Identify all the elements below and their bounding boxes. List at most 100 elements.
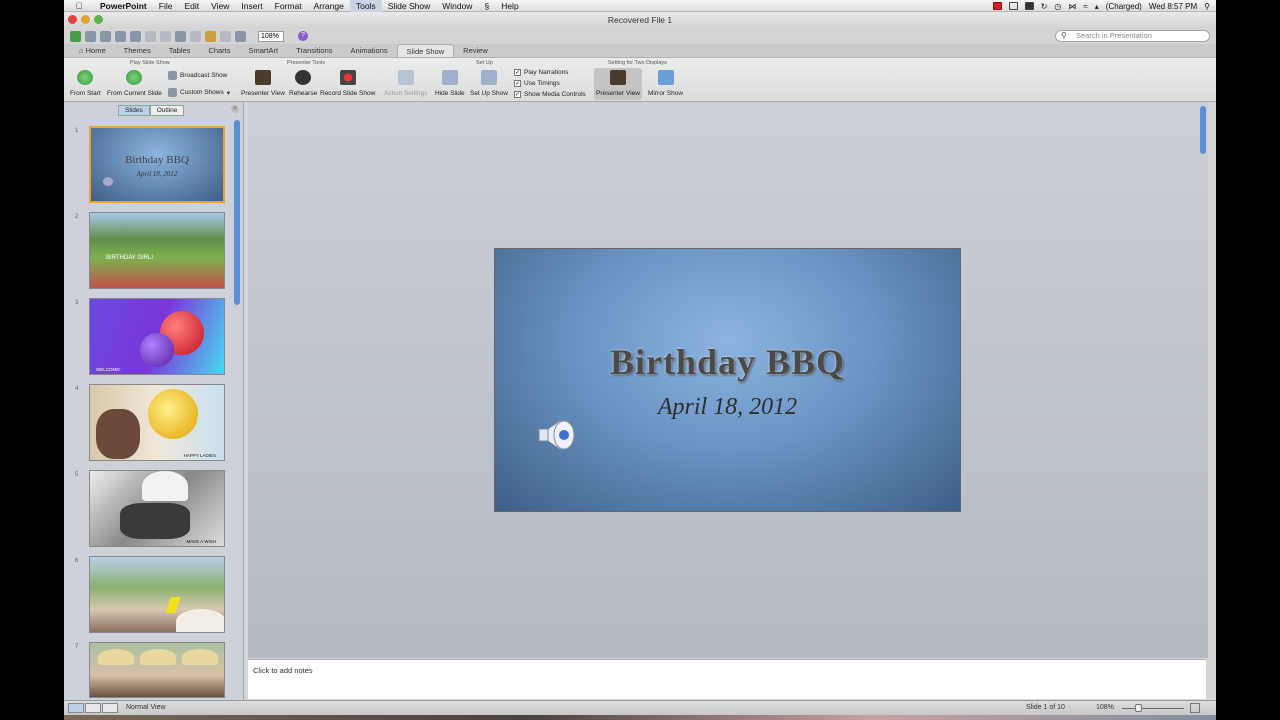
record-slide-show-button[interactable]: Record Slide Show (320, 70, 375, 97)
editor-scrollbar[interactable] (1200, 106, 1206, 154)
zoom-window-button[interactable] (94, 15, 103, 24)
apple-icon[interactable]:  (64, 1, 94, 11)
tab-slide-show[interactable]: Slide Show (396, 44, 455, 57)
spotlight-icon[interactable]: ⚲ (1204, 2, 1210, 11)
slide-show-view-button[interactable] (102, 703, 118, 713)
slide-thumb-5[interactable]: MAKE A WISH (89, 470, 225, 547)
presenter-view-2-label: Presenter View (596, 90, 640, 97)
check-icon: ✓ (514, 69, 521, 76)
search-placeholder: Search in Presentation (1076, 31, 1152, 40)
presenter-view-button[interactable]: Presenter View (241, 70, 285, 97)
slide-thumb-4[interactable]: HAPPY LADIES (89, 384, 225, 461)
templates-icon[interactable] (85, 30, 96, 42)
menu-file[interactable]: File (153, 0, 179, 12)
tab-home[interactable]: ⌂ Home (70, 44, 115, 57)
from-start-button[interactable]: From Start (70, 70, 101, 97)
battery-status[interactable]: (Charged) (1106, 2, 1142, 11)
use-timings-checkbox[interactable]: ✓ Use Timings (514, 80, 560, 87)
play-narrations-checkbox[interactable]: ✓ Play Narrations (514, 69, 568, 76)
zoom-slider-track[interactable] (1122, 708, 1184, 709)
slide-number: 7 (75, 644, 79, 650)
action-settings-icon (397, 70, 414, 85)
slide-thumb-3[interactable]: WELCOME! (89, 298, 225, 375)
record-status-icon[interactable] (992, 2, 1002, 10)
menu-arrange[interactable]: Arrange (308, 0, 350, 12)
menu-format[interactable]: Format (269, 0, 308, 12)
menu-tools[interactable]: Tools (349, 0, 382, 12)
tab-animations[interactable]: Animations (342, 44, 397, 57)
volume-icon[interactable]: ▴ (1095, 2, 1099, 11)
current-slide[interactable]: Birthday BBQ April 18, 2012 (494, 248, 961, 512)
bluetooth-icon[interactable]: ⋈ (1068, 2, 1076, 11)
sync-icon[interactable]: ↻ (1041, 2, 1048, 11)
new-icon[interactable] (70, 30, 81, 42)
slide-sorter-button[interactable] (85, 703, 101, 713)
gear-icon[interactable] (1008, 2, 1018, 10)
menu-edit[interactable]: Edit (178, 0, 205, 12)
from-current-label: From Current Slide (107, 90, 162, 97)
menu-window[interactable]: Window (436, 0, 478, 12)
print-icon[interactable] (130, 30, 141, 42)
tab-transitions[interactable]: Transitions (287, 44, 341, 57)
slides-panel: Slides Outline × 1 Birthday BBQ April 18… (64, 102, 244, 700)
ribbon-tabs: ⌂ Home Themes Tables Charts SmartArt Tra… (64, 44, 1216, 58)
hide-slide-button[interactable]: Hide Slide (435, 70, 465, 97)
tab-review[interactable]: Review (454, 44, 497, 57)
copy-icon[interactable] (160, 30, 171, 42)
custom-shows-button[interactable]: Custom Shows ▾ (168, 88, 230, 97)
slide-thumb-2[interactable]: BIRTHDAY GIRL! (89, 212, 225, 289)
tab-outline[interactable]: Outline (149, 105, 185, 116)
zoom-field[interactable]: 108% (258, 30, 284, 42)
app-status-icon[interactable] (1024, 2, 1034, 10)
tab-charts[interactable]: Charts (199, 44, 239, 57)
fit-to-window-button[interactable] (1190, 703, 1200, 713)
slide-number: 4 (75, 386, 79, 392)
action-settings-button[interactable]: Action Settings (384, 70, 427, 97)
close-icon[interactable]: × (231, 105, 239, 113)
mirror-show-button[interactable]: Mirror Show (648, 70, 683, 97)
wifi-icon[interactable]: ≈ (1083, 2, 1087, 11)
presenter-view-display-button[interactable]: Presenter View (594, 68, 642, 100)
broadcast-show-button[interactable]: Broadcast Show (168, 71, 227, 80)
script-icon[interactable]: § (478, 0, 495, 12)
zoom-slider-knob[interactable] (1135, 704, 1142, 712)
help-icon[interactable]: ? (298, 31, 308, 41)
slide-thumb-1[interactable]: Birthday BBQ April 18, 2012 (89, 126, 225, 203)
rehearse-button[interactable]: Rehearse (289, 70, 317, 97)
menu-slide-show[interactable]: Slide Show (382, 0, 437, 12)
menu-insert[interactable]: Insert (235, 0, 268, 12)
redo-icon[interactable] (220, 30, 231, 42)
speaker-icon[interactable] (537, 417, 577, 453)
open-icon[interactable] (100, 30, 111, 42)
clock-text[interactable]: Wed 8:57 PM (1149, 2, 1197, 11)
close-window-button[interactable] (68, 15, 77, 24)
tab-smartart[interactable]: SmartArt (240, 44, 288, 57)
set-up-show-button[interactable]: Set Up Show (470, 70, 508, 97)
show-media-controls-checkbox[interactable]: ✓ Show Media Controls (514, 91, 586, 98)
notes-pane[interactable]: Click to add notes (248, 659, 1206, 699)
panel-scrollbar[interactable] (234, 120, 240, 305)
format-painter-icon[interactable] (190, 30, 201, 42)
tab-slides[interactable]: Slides (118, 105, 150, 116)
paste-icon[interactable] (175, 30, 186, 42)
cut-icon[interactable] (145, 30, 156, 42)
presenter-view-label: Presenter View (241, 90, 285, 97)
save-icon[interactable] (115, 30, 126, 42)
undo-icon[interactable] (205, 30, 216, 42)
slide-thumb-6[interactable] (89, 556, 225, 633)
search-field[interactable]: ⚲ Search in Presentation (1055, 30, 1210, 42)
media-browser-icon[interactable] (235, 30, 246, 42)
menu-view[interactable]: View (205, 0, 235, 12)
normal-view-button[interactable] (68, 703, 84, 713)
minimize-window-button[interactable] (81, 15, 90, 24)
clock-icon[interactable]: ◷ (1054, 2, 1061, 11)
slide-thumb-7[interactable] (89, 642, 225, 698)
thumb-caption: BIRTHDAY GIRL! (106, 255, 154, 261)
tab-tables[interactable]: Tables (160, 44, 200, 57)
slide-title[interactable]: Birthday BBQ (495, 341, 960, 383)
tab-themes[interactable]: Themes (115, 44, 160, 57)
menu-app[interactable]: PowerPoint (94, 0, 153, 12)
from-current-slide-button[interactable]: From Current Slide (107, 70, 162, 97)
menu-help[interactable]: Help (495, 0, 524, 12)
menu-bar:  PowerPoint File Edit View Insert Forma… (64, 0, 1216, 12)
